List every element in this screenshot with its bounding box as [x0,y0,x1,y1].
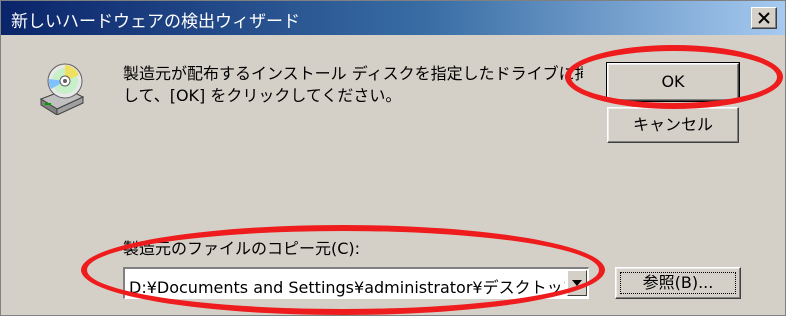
chevron-down-icon [572,280,582,286]
close-button[interactable] [751,7,777,29]
copy-from-combobox[interactable]: D:¥Documents and Settings¥administrator¥… [123,267,589,299]
cancel-button[interactable]: キャンセル [607,107,739,143]
copy-from-label: 製造元のファイルのコピー元(C): [123,239,361,258]
title-bar[interactable]: 新しいハードウェアの検出ウィザード [1,1,785,35]
close-icon [758,12,770,24]
cd-drive-icon [39,63,85,115]
dropdown-button[interactable] [567,270,587,296]
copy-from-path[interactable]: D:¥Documents and Settings¥administrator¥… [129,274,565,298]
ok-button[interactable]: OK [606,62,740,102]
message-line-2: して、[OK] をクリックしてください。 [123,86,402,105]
focus-rectangle [620,272,736,294]
hardware-wizard-dialog: 新しいハードウェアの検出ウィザード 製造元が配布するインストール ディスクを指定… [0,0,786,316]
message-line-1: 製造元が配布するインストール ディスクを指定したドライブに挿入 [123,64,583,83]
window-title: 新しいハードウェアの検出ウィザード [11,12,300,32]
instruction-message: 製造元が配布するインストール ディスクを指定したドライブに挿入 して、[OK] … [123,63,583,115]
browse-button[interactable]: 参照(B)... [615,267,741,299]
